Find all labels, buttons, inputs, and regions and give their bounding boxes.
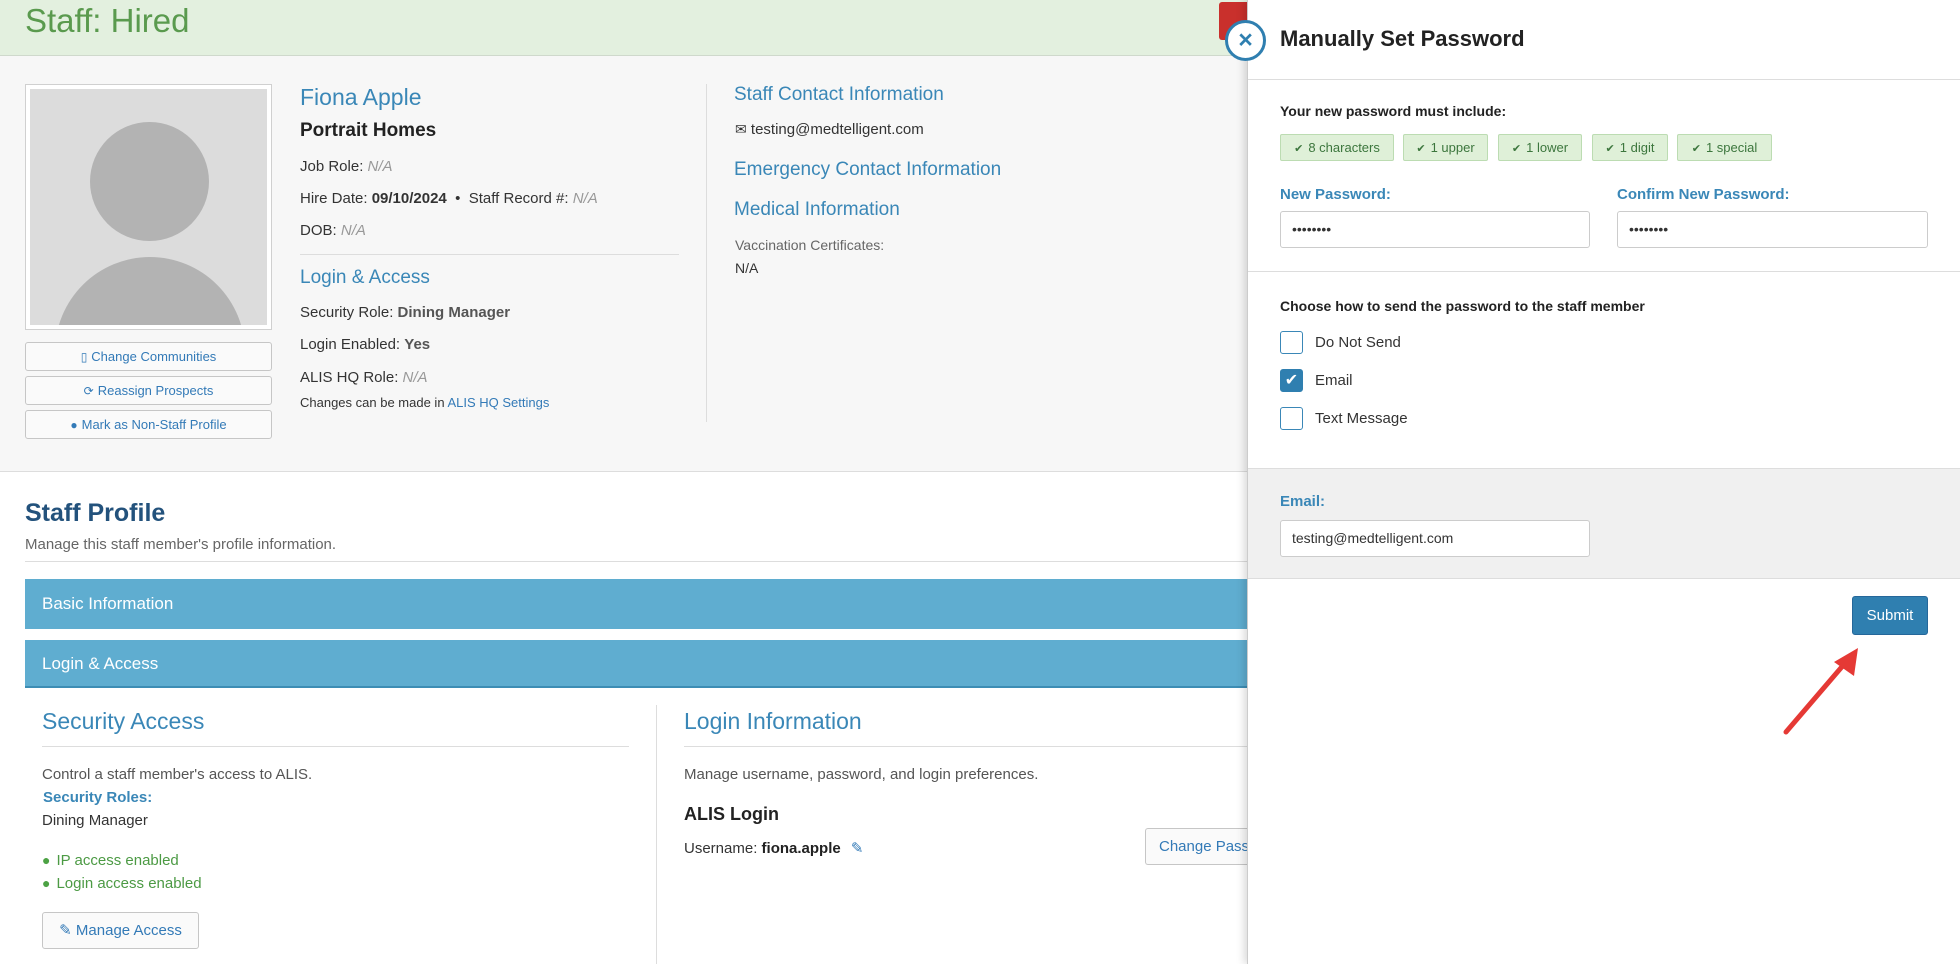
ip-access-status: ● IP access enabled — [42, 852, 179, 869]
company-name: Portrait Homes — [300, 120, 437, 141]
check-icon: ✔ — [1691, 143, 1701, 155]
pencil-icon: ✎ — [59, 922, 72, 939]
contact-heading: Staff Contact Information — [734, 84, 944, 105]
staff-name: Fiona Apple — [300, 84, 422, 110]
requirement-badge: ✔ 1 upper — [1403, 134, 1488, 161]
new-password-input[interactable]: •••••••• — [1280, 211, 1590, 248]
email-checkbox[interactable]: ✔ — [1280, 369, 1303, 392]
emergency-contact-heading: Emergency Contact Information — [734, 159, 1002, 180]
alis-hq-settings-link[interactable]: ALIS HQ Settings — [447, 395, 549, 410]
edit-pencil-icon[interactable]: ✎ — [851, 840, 864, 857]
requirement-badge: ✔ 1 special — [1677, 134, 1772, 161]
send-method-label: Choose how to send the password to the s… — [1280, 298, 1645, 314]
check-icon: ✔ — [1284, 372, 1299, 389]
staff-email[interactable]: ✉ testing@medtelligent.com — [735, 121, 924, 138]
email-input[interactable]: testing@medtelligent.com — [1280, 520, 1590, 557]
divider — [1248, 79, 1960, 80]
page-title: Staff: Hired — [25, 2, 190, 39]
divider — [656, 705, 657, 964]
requirement-badge: ✔ 8 characters — [1280, 134, 1394, 161]
check-icon: ✔ — [1605, 143, 1615, 155]
divider — [1248, 271, 1960, 272]
vaccination-value: N/A — [735, 260, 759, 276]
check-circle-icon: ● — [42, 875, 51, 891]
hire-date: Hire Date: 09/10/2024 • Staff Record #: … — [300, 190, 598, 207]
basic-information-bar[interactable]: Basic Information — [25, 579, 1260, 629]
change-communities-button[interactable]: ▯ Change Communities — [25, 342, 272, 371]
dob: DOB: N/A — [300, 222, 366, 239]
divider — [706, 84, 707, 422]
staff-profile-subtitle: Manage this staff member's profile infor… — [25, 536, 337, 553]
login-access-bar[interactable]: Login & Access — [25, 640, 1260, 689]
user-icon: ● — [70, 418, 78, 432]
manage-access-button[interactable]: ✎ Manage Access — [42, 912, 199, 949]
refresh-icon: ⟳ — [83, 384, 94, 398]
close-icon[interactable]: × — [1225, 20, 1266, 61]
requirement-badge: ✔ 1 digit — [1592, 134, 1668, 161]
login-access-panel — [25, 688, 1260, 964]
annotation-arrow-icon — [1783, 648, 1858, 735]
confirm-password-label: Confirm New Password: — [1617, 186, 1790, 203]
email-label: Email: — [1280, 493, 1326, 510]
check-circle-icon: ● — [42, 852, 51, 868]
avatar — [25, 84, 272, 330]
building-icon: ▯ — [80, 350, 88, 364]
divider — [25, 561, 1260, 562]
envelope-icon: ✉ — [735, 121, 747, 137]
check-icon: ✔ — [1294, 143, 1304, 155]
vaccination-label: Vaccination Certificates: — [735, 237, 885, 253]
check-icon: ✔ — [1416, 143, 1426, 155]
login-access-status: ● Login access enabled — [42, 875, 202, 892]
security-roles-label: Security Roles: — [43, 789, 153, 806]
mark-non-staff-button[interactable]: ● Mark as Non-Staff Profile — [25, 410, 272, 439]
login-info-desc: Manage username, password, and login pre… — [684, 766, 1039, 783]
login-information-heading: Login Information — [684, 708, 862, 734]
job-role: Job Role: N/A — [300, 158, 393, 175]
security-role: Security Role: Dining Manager — [300, 304, 511, 321]
do-not-send-label[interactable]: Do Not Send — [1315, 334, 1401, 351]
divider — [300, 254, 679, 255]
confirm-password-input[interactable]: •••••••• — [1617, 211, 1928, 248]
alis-hq-role: ALIS HQ Role: N/A — [300, 369, 428, 386]
do-not-send-checkbox[interactable] — [1280, 331, 1303, 354]
requirements-label: Your new password must include: — [1280, 103, 1507, 119]
login-access-heading: Login & Access — [300, 267, 430, 288]
login-enabled: Login Enabled: Yes — [300, 336, 431, 353]
divider — [684, 746, 1260, 747]
staff-profile-title: Staff Profile — [25, 499, 166, 527]
username: Username: fiona.apple ✎ — [684, 840, 864, 857]
requirement-badge: ✔ 1 lower — [1498, 134, 1582, 161]
security-roles-value: Dining Manager — [42, 812, 148, 829]
divider — [42, 746, 629, 747]
security-desc: Control a staff member's access to ALIS. — [42, 766, 313, 783]
new-password-label: New Password: — [1280, 186, 1391, 203]
changes-note: Changes can be made in ALIS HQ Settings — [300, 395, 550, 410]
alis-login-heading: ALIS Login — [684, 804, 779, 824]
security-access-heading: Security Access — [42, 708, 205, 734]
medical-heading: Medical Information — [734, 199, 900, 220]
drawer-title: Manually Set Password — [1280, 26, 1525, 51]
check-icon: ✔ — [1511, 143, 1522, 155]
reassign-prospects-button[interactable]: ⟳ Reassign Prospects — [25, 376, 272, 405]
email-option-label[interactable]: Email — [1315, 372, 1353, 389]
text-message-checkbox[interactable] — [1280, 407, 1303, 430]
submit-button[interactable]: Submit — [1852, 596, 1928, 635]
change-password-button[interactable]: Change Pass — [1145, 828, 1260, 865]
text-message-label[interactable]: Text Message — [1315, 410, 1408, 427]
